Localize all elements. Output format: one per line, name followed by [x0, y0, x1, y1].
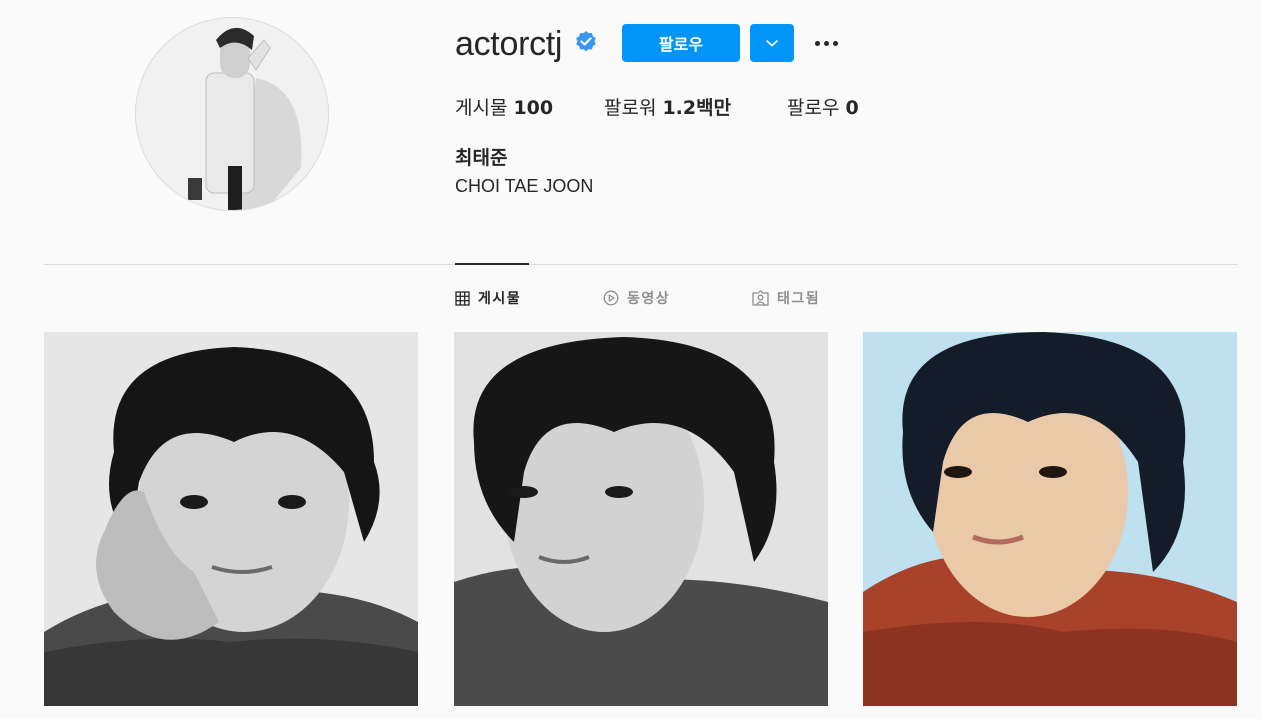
- tabs-divider: [44, 264, 1238, 265]
- play-circle-icon: [603, 290, 619, 306]
- following-value: 0: [845, 97, 859, 119]
- tab-tagged[interactable]: 태그됨: [752, 288, 820, 308]
- tab-posts[interactable]: 게시물: [455, 288, 521, 308]
- post-image: [863, 332, 1237, 706]
- followers-value: 1.2백만: [662, 97, 732, 119]
- following-link[interactable]: 팔로우 0: [787, 93, 859, 120]
- post-image: [44, 332, 418, 706]
- post-thumbnail[interactable]: [44, 332, 418, 706]
- profile-full-name: 최태준: [455, 147, 508, 169]
- posts-value: 100: [513, 97, 554, 119]
- grid-icon: [455, 290, 470, 306]
- more-options-dot: [832, 40, 838, 46]
- profile-username: actorctj: [455, 25, 563, 63]
- avatar-photo: [136, 18, 328, 210]
- profile-bio: CHOI TAE JOON: [455, 176, 594, 196]
- tagged-user-icon: [752, 290, 769, 306]
- follow-button[interactable]: 팔로우: [622, 24, 740, 62]
- verified-badge-icon: [576, 31, 596, 52]
- followers-link[interactable]: 팔로워 1.2백만: [604, 93, 731, 120]
- followers-label: 팔로워: [604, 97, 657, 119]
- post-image: [454, 332, 828, 706]
- more-options-dot: [823, 40, 829, 46]
- tab-videos[interactable]: 동영상: [603, 288, 670, 308]
- active-tab-indicator: [455, 263, 529, 265]
- chevron-down-icon: [766, 40, 778, 47]
- posts-label: 게시물: [455, 97, 508, 119]
- more-options-button[interactable]: [808, 30, 844, 56]
- posts-count: 게시물 100: [455, 93, 553, 120]
- following-label: 팔로우: [787, 97, 840, 119]
- tab-tagged-label: 태그됨: [777, 291, 821, 307]
- tab-posts-label: 게시물: [478, 291, 522, 307]
- post-thumbnail[interactable]: [863, 332, 1237, 706]
- suggested-accounts-dropdown-button[interactable]: [750, 24, 794, 62]
- tab-videos-label: 동영상: [627, 291, 671, 307]
- profile-avatar[interactable]: [135, 17, 329, 211]
- more-options-dot: [814, 40, 820, 46]
- post-thumbnail[interactable]: [454, 332, 828, 706]
